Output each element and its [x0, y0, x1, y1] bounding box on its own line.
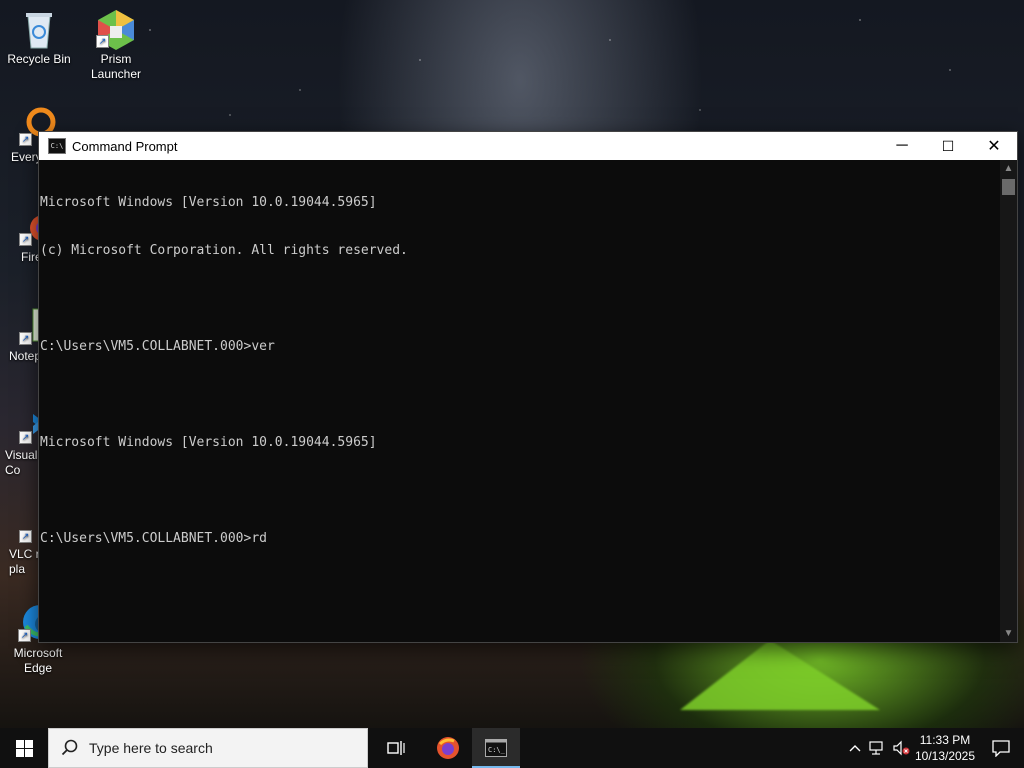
- console-line: C:\Users\VM5.COLLABNET.000>ver: [40, 339, 275, 354]
- desktop-icon-label: Recycle Bin: [7, 52, 71, 66]
- recycle-bin-icon: [19, 8, 59, 49]
- desktop-icon-prism-launcher[interactable]: ↗ Prism Launcher: [78, 8, 154, 82]
- task-view-icon: [387, 741, 405, 755]
- clock[interactable]: 11:33 PM 10/13/2025: [912, 728, 978, 768]
- maximize-button[interactable]: ☐: [925, 132, 971, 160]
- taskbar: Type here to search C:\_ 11:33 PM 10/13/…: [0, 728, 1024, 768]
- close-button[interactable]: ✕: [971, 132, 1017, 160]
- network-button[interactable]: [866, 728, 890, 768]
- network-icon: [869, 741, 883, 755]
- firefox-icon: [437, 737, 459, 759]
- shortcut-arrow-icon: ↗: [18, 629, 31, 642]
- prism-launcher-icon: ↗: [96, 8, 136, 50]
- windows-logo-icon: [15, 739, 33, 757]
- task-view-button[interactable]: [372, 728, 420, 768]
- volume-muted-icon: [893, 740, 910, 756]
- vertical-scrollbar[interactable]: ▲ ▼: [1000, 160, 1017, 642]
- notification-icon: [992, 740, 1010, 757]
- clock-date: 10/13/2025: [914, 749, 976, 763]
- svg-text:C:\_: C:\_: [488, 746, 506, 754]
- cmd-icon: C:\: [48, 138, 66, 154]
- minimize-button[interactable]: ─: [879, 132, 925, 160]
- window-titlebar[interactable]: C:\ Command Prompt ─ ☐ ✕: [39, 132, 1017, 160]
- show-hidden-icons-button[interactable]: [844, 728, 866, 768]
- desktop-icon-recycle-bin[interactable]: Recycle Bin: [1, 8, 77, 67]
- desktop-icon-label: Microsoft Edge: [13, 646, 63, 675]
- console-line: Microsoft Windows [Version 10.0.19044.59…: [40, 195, 377, 210]
- clock-time: 11:33 PM: [919, 733, 971, 747]
- search-icon: [61, 739, 78, 756]
- start-button[interactable]: [0, 728, 48, 768]
- taskbar-search-box[interactable]: Type here to search: [48, 728, 368, 768]
- notifications-button[interactable]: [978, 728, 1024, 768]
- system-tray: 11:33 PM 10/13/2025: [844, 728, 1024, 768]
- taskbar-command-prompt-button[interactable]: C:\_: [472, 728, 520, 768]
- search-placeholder: Type here to search: [89, 740, 213, 756]
- window-title: Command Prompt: [72, 138, 178, 154]
- console-prompt-line[interactable]: C:\Users\VM5.COLLABNET.000>rd: [40, 531, 1000, 547]
- command-prompt-window[interactable]: C:\ Command Prompt ─ ☐ ✕ Microsoft Windo…: [38, 131, 1018, 643]
- shortcut-arrow-icon: ↗: [19, 530, 32, 543]
- console-line: (c) Microsoft Corporation. All rights re…: [40, 243, 408, 258]
- scrollbar-thumb[interactable]: [1002, 179, 1015, 195]
- console-output[interactable]: Microsoft Windows [Version 10.0.19044.59…: [39, 160, 1000, 642]
- scroll-up-arrow-icon[interactable]: ▲: [1000, 160, 1017, 177]
- scroll-down-arrow-icon[interactable]: ▼: [1000, 625, 1017, 642]
- desktop-icon-label: Prism Launcher: [90, 52, 142, 81]
- shortcut-arrow-icon: ↗: [19, 431, 32, 444]
- wallpaper-tent: [680, 640, 880, 710]
- taskbar-firefox-button[interactable]: [424, 728, 472, 768]
- shortcut-arrow-icon: ↗: [19, 233, 32, 246]
- shortcut-arrow-icon: ↗: [19, 332, 32, 345]
- cmd-icon: C:\_: [485, 739, 507, 757]
- shortcut-arrow-icon: ↗: [96, 35, 109, 48]
- volume-button[interactable]: [890, 728, 912, 768]
- console-line: Microsoft Windows [Version 10.0.19044.59…: [40, 435, 377, 450]
- shortcut-arrow-icon: ↗: [19, 133, 32, 146]
- chevron-up-icon: [849, 745, 861, 752]
